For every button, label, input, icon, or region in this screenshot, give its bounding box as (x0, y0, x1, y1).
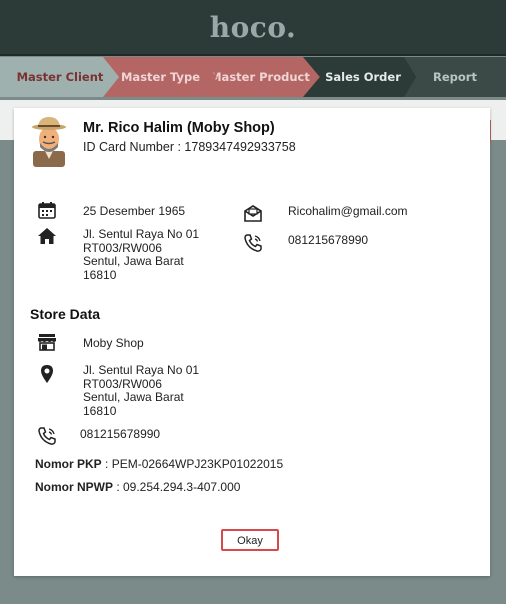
home-icon (38, 228, 56, 244)
client-phone: 081215678990 (288, 233, 369, 247)
client-birth-date: 25 Desember 1965 (83, 204, 186, 218)
npwp-value: : 09.254.294.3-407.000 (113, 480, 241, 494)
location-pin-icon (41, 365, 53, 383)
step-master-product[interactable]: Master Product (200, 57, 320, 97)
okay-button[interactable]: Okay (221, 529, 279, 551)
address-line: RT003/RW006 (83, 376, 162, 391)
address-line: 16810 (83, 403, 117, 418)
store-phone: 081215678990 (80, 427, 161, 441)
store-icon (38, 334, 56, 351)
store-npwp: Nomor NPWP : 09.254.294.3-407.000 (35, 480, 240, 494)
client-name: Mr. Rico Halim (Moby Shop) (83, 120, 275, 136)
client-id-card: ID Card Number : 1789347492933758 (83, 140, 296, 154)
address-line: Jl. Sentul Raya No 01 (83, 363, 200, 377)
step-master-type[interactable]: Master Type (103, 57, 218, 97)
address-line: Jl. Sentul Raya No 01 (83, 227, 200, 241)
calendar-icon (38, 202, 56, 219)
address-line: 16810 (83, 267, 117, 282)
npwp-label: Nomor NPWP (35, 480, 113, 494)
app-logo: hoco. (209, 11, 297, 44)
mail-icon (244, 205, 262, 222)
phone-icon (38, 427, 56, 445)
store-address: Jl. Sentul Raya No 01 RT003/RW006 Sentul… (83, 363, 200, 418)
step-navigation: Master Client Master Type Master Product… (0, 57, 506, 97)
store-section-title: Store Data (30, 306, 101, 322)
step-sales-order[interactable]: Sales Order (303, 57, 423, 97)
store-pkp: Nomor PKP : PEM-02664WPJ23KP01022015 (35, 457, 283, 471)
store-name: Moby Shop (83, 336, 144, 350)
client-address: Jl. Sentul Raya No 01 RT003/RW006 Sentul… (83, 227, 200, 282)
client-email: Ricohalim@gmail.com (288, 204, 408, 218)
address-line: Sentul, Jawa Barat (83, 254, 184, 268)
step-master-client[interactable]: Master Client (0, 57, 120, 97)
pkp-value: : PEM-02664WPJ23KP01022015 (101, 457, 284, 471)
step-report[interactable]: Report (404, 57, 506, 97)
avatar (32, 117, 66, 167)
top-bar: hoco. (0, 0, 506, 56)
pkp-label: Nomor PKP (35, 457, 102, 471)
address-line: Sentul, Jawa Barat (83, 390, 184, 404)
address-line: RT003/RW006 (83, 240, 162, 255)
phone-icon (244, 234, 262, 252)
